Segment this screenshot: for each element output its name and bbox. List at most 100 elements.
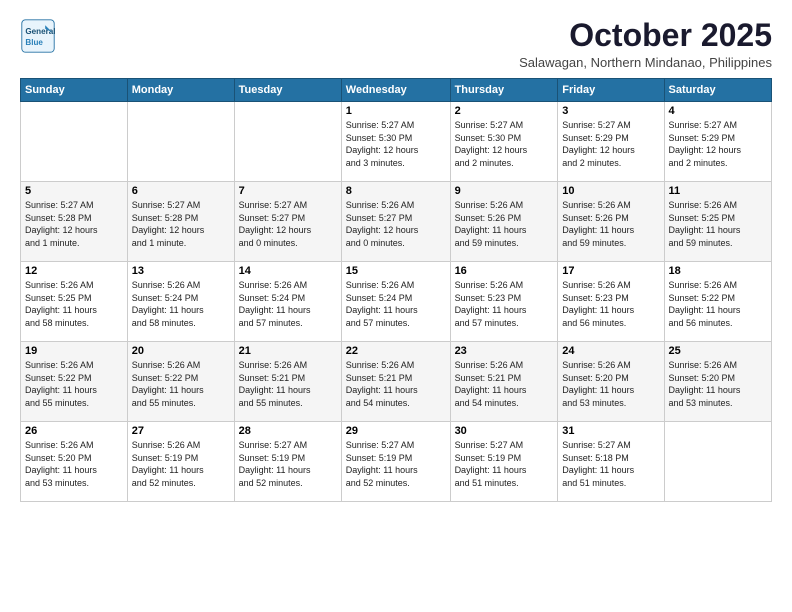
day-info: Sunrise: 5:26 AM Sunset: 5:22 PM Dayligh…: [25, 359, 123, 409]
day-number: 23: [455, 345, 554, 357]
day-info: Sunrise: 5:26 AM Sunset: 5:27 PM Dayligh…: [346, 199, 446, 249]
day-number: 26: [25, 425, 123, 437]
calendar-cell: [127, 102, 234, 182]
day-info: Sunrise: 5:26 AM Sunset: 5:24 PM Dayligh…: [239, 279, 337, 329]
day-info: Sunrise: 5:26 AM Sunset: 5:20 PM Dayligh…: [562, 359, 659, 409]
calendar-cell: 4 Sunrise: 5:27 AM Sunset: 5:29 PM Daylig…: [664, 102, 771, 182]
day-number: 20: [132, 345, 230, 357]
day-number: 11: [669, 185, 767, 197]
day-info: Sunrise: 5:26 AM Sunset: 5:25 PM Dayligh…: [669, 199, 767, 249]
month-title: October 2025: [519, 18, 772, 53]
day-info: Sunrise: 5:27 AM Sunset: 5:30 PM Dayligh…: [346, 119, 446, 169]
calendar-cell: 3 Sunrise: 5:27 AM Sunset: 5:29 PM Daylig…: [558, 102, 664, 182]
day-number: 30: [455, 425, 554, 437]
calendar-cell: 16 Sunrise: 5:26 AM Sunset: 5:23 PM Dayli…: [450, 262, 558, 342]
day-number: 29: [346, 425, 446, 437]
calendar-header: SundayMondayTuesdayWednesdayThursdayFrid…: [21, 79, 772, 102]
logo: General Blue General Blue: [20, 18, 56, 54]
day-info: Sunrise: 5:26 AM Sunset: 5:23 PM Dayligh…: [455, 279, 554, 329]
day-info: Sunrise: 5:27 AM Sunset: 5:29 PM Dayligh…: [562, 119, 659, 169]
calendar-week-1: 1 Sunrise: 5:27 AM Sunset: 5:30 PM Daylig…: [21, 102, 772, 182]
calendar-cell: 7 Sunrise: 5:27 AM Sunset: 5:27 PM Daylig…: [234, 182, 341, 262]
day-number: 7: [239, 185, 337, 197]
day-number: 10: [562, 185, 659, 197]
calendar-week-2: 5Sunrise: 5:27 AM Sunset: 5:28 PM Daylig…: [21, 182, 772, 262]
day-info: Sunrise: 5:26 AM Sunset: 5:21 PM Dayligh…: [346, 359, 446, 409]
calendar-cell: 26Sunrise: 5:26 AM Sunset: 5:20 PM Dayli…: [21, 422, 128, 502]
calendar-cell: 11 Sunrise: 5:26 AM Sunset: 5:25 PM Dayli…: [664, 182, 771, 262]
day-info: Sunrise: 5:26 AM Sunset: 5:19 PM Dayligh…: [132, 439, 230, 489]
day-header-friday: Friday: [558, 79, 664, 102]
calendar-cell: 18Sunrise: 5:26 AM Sunset: 5:22 PM Dayli…: [664, 262, 771, 342]
calendar-cell: 5Sunrise: 5:27 AM Sunset: 5:28 PM Daylig…: [21, 182, 128, 262]
day-info: Sunrise: 5:27 AM Sunset: 5:27 PM Dayligh…: [239, 199, 337, 249]
logo-icon: General Blue: [20, 18, 56, 54]
header-row: SundayMondayTuesdayWednesdayThursdayFrid…: [21, 79, 772, 102]
header: General Blue General Blue October 2025 S…: [20, 18, 772, 70]
calendar-cell: 22 Sunrise: 5:26 AM Sunset: 5:21 PM Dayli…: [341, 342, 450, 422]
day-number: 22: [346, 345, 446, 357]
day-info: Sunrise: 5:26 AM Sunset: 5:26 PM Dayligh…: [455, 199, 554, 249]
calendar-cell: 8 Sunrise: 5:26 AM Sunset: 5:27 PM Daylig…: [341, 182, 450, 262]
day-header-saturday: Saturday: [664, 79, 771, 102]
day-number: 21: [239, 345, 337, 357]
day-info: Sunrise: 5:26 AM Sunset: 5:21 PM Dayligh…: [239, 359, 337, 409]
day-info: Sunrise: 5:26 AM Sunset: 5:24 PM Dayligh…: [346, 279, 446, 329]
day-number: 8: [346, 185, 446, 197]
calendar-cell: 14 Sunrise: 5:26 AM Sunset: 5:24 PM Dayli…: [234, 262, 341, 342]
calendar-cell: 25Sunrise: 5:26 AM Sunset: 5:20 PM Dayli…: [664, 342, 771, 422]
calendar-cell: [21, 102, 128, 182]
svg-text:Blue: Blue: [25, 38, 43, 47]
calendar-cell: 17 Sunrise: 5:26 AM Sunset: 5:23 PM Dayli…: [558, 262, 664, 342]
day-info: Sunrise: 5:26 AM Sunset: 5:20 PM Dayligh…: [669, 359, 767, 409]
day-info: Sunrise: 5:27 AM Sunset: 5:19 PM Dayligh…: [239, 439, 337, 489]
day-number: 1: [346, 105, 446, 117]
calendar-cell: 6Sunrise: 5:27 AM Sunset: 5:28 PM Daylig…: [127, 182, 234, 262]
day-number: 6: [132, 185, 230, 197]
calendar-cell: 31Sunrise: 5:27 AM Sunset: 5:18 PM Dayli…: [558, 422, 664, 502]
page: General Blue General Blue October 2025 S…: [0, 0, 792, 612]
calendar-week-3: 12Sunrise: 5:26 AM Sunset: 5:25 PM Dayli…: [21, 262, 772, 342]
day-number: 4: [669, 105, 767, 117]
calendar-cell: 13Sunrise: 5:26 AM Sunset: 5:24 PM Dayli…: [127, 262, 234, 342]
day-number: 12: [25, 265, 123, 277]
calendar-cell: 9 Sunrise: 5:26 AM Sunset: 5:26 PM Daylig…: [450, 182, 558, 262]
day-info: Sunrise: 5:27 AM Sunset: 5:29 PM Dayligh…: [669, 119, 767, 169]
day-number: 16: [455, 265, 554, 277]
day-info: Sunrise: 5:26 AM Sunset: 5:26 PM Dayligh…: [562, 199, 659, 249]
calendar-body: 1 Sunrise: 5:27 AM Sunset: 5:30 PM Daylig…: [21, 102, 772, 502]
calendar-cell: 30Sunrise: 5:27 AM Sunset: 5:19 PM Dayli…: [450, 422, 558, 502]
calendar-table: SundayMondayTuesdayWednesdayThursdayFrid…: [20, 78, 772, 502]
day-number: 3: [562, 105, 659, 117]
day-number: 14: [239, 265, 337, 277]
calendar-cell: 19Sunrise: 5:26 AM Sunset: 5:22 PM Dayli…: [21, 342, 128, 422]
calendar-cell: 2Sunrise: 5:27 AM Sunset: 5:30 PM Daylig…: [450, 102, 558, 182]
day-header-tuesday: Tuesday: [234, 79, 341, 102]
calendar-cell: 21 Sunrise: 5:26 AM Sunset: 5:21 PM Dayli…: [234, 342, 341, 422]
day-number: 17: [562, 265, 659, 277]
svg-text:General: General: [25, 27, 55, 36]
title-block: October 2025 Salawagan, Northern Mindana…: [519, 18, 772, 70]
calendar-cell: 29Sunrise: 5:27 AM Sunset: 5:19 PM Dayli…: [341, 422, 450, 502]
day-number: 2: [455, 105, 554, 117]
day-number: 28: [239, 425, 337, 437]
calendar-cell: 24Sunrise: 5:26 AM Sunset: 5:20 PM Dayli…: [558, 342, 664, 422]
day-info: Sunrise: 5:26 AM Sunset: 5:22 PM Dayligh…: [132, 359, 230, 409]
day-header-sunday: Sunday: [21, 79, 128, 102]
calendar-cell: 1 Sunrise: 5:27 AM Sunset: 5:30 PM Daylig…: [341, 102, 450, 182]
day-header-thursday: Thursday: [450, 79, 558, 102]
day-number: 18: [669, 265, 767, 277]
calendar-week-4: 19Sunrise: 5:26 AM Sunset: 5:22 PM Dayli…: [21, 342, 772, 422]
day-number: 27: [132, 425, 230, 437]
day-info: Sunrise: 5:26 AM Sunset: 5:23 PM Dayligh…: [562, 279, 659, 329]
calendar-cell: 23Sunrise: 5:26 AM Sunset: 5:21 PM Dayli…: [450, 342, 558, 422]
calendar-cell: 10 Sunrise: 5:26 AM Sunset: 5:26 PM Dayli…: [558, 182, 664, 262]
calendar-cell: 20 Sunrise: 5:26 AM Sunset: 5:22 PM Dayli…: [127, 342, 234, 422]
calendar-cell: 27 Sunrise: 5:26 AM Sunset: 5:19 PM Dayli…: [127, 422, 234, 502]
calendar-week-5: 26Sunrise: 5:26 AM Sunset: 5:20 PM Dayli…: [21, 422, 772, 502]
day-number: 9: [455, 185, 554, 197]
calendar-cell: 15Sunrise: 5:26 AM Sunset: 5:24 PM Dayli…: [341, 262, 450, 342]
day-header-wednesday: Wednesday: [341, 79, 450, 102]
day-info: Sunrise: 5:27 AM Sunset: 5:18 PM Dayligh…: [562, 439, 659, 489]
day-info: Sunrise: 5:27 AM Sunset: 5:28 PM Dayligh…: [25, 199, 123, 249]
